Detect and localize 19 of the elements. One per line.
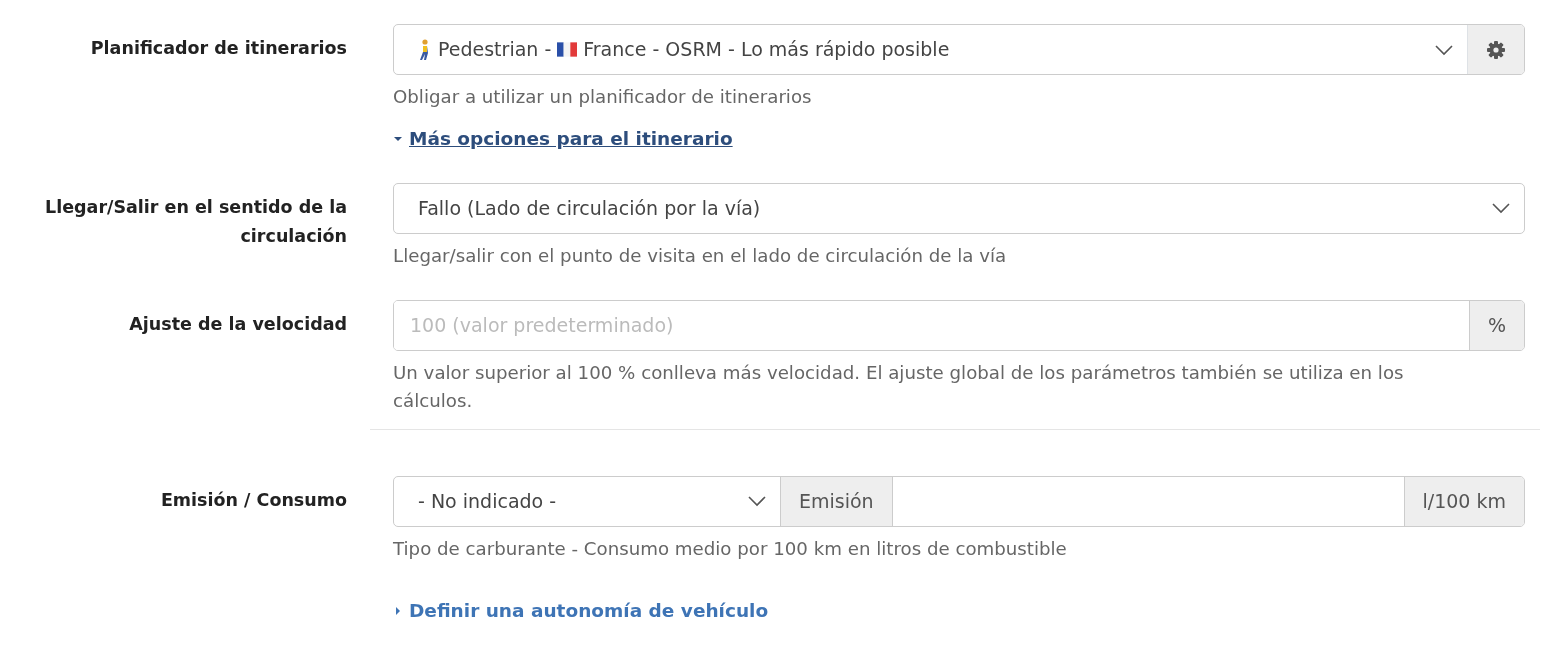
expand-link[interactable]: Definir una autonomía de vehículo [393,596,769,625]
field-label: Emisión / Consumo [159,488,347,512]
field-label: Planificador de itinerarios [89,37,347,60]
select-field[interactable]: Fallo (Lado de circulación por la vía) [393,182,1525,234]
help-text: Obligar a utilizar un planificador de itinerarios [393,85,813,109]
help-text: Llegar/salir con el punto de visita en el lado de circulación de la vía [393,243,1008,268]
help-text: Tipo de carburante - Consumo medio por 100 km en litros de combustible [393,536,1068,561]
input-group[interactable]: 100 (valor predeterminado) % [393,299,1525,351]
chevron-icon [748,495,766,508]
input-group[interactable]: - No indicado - Emisión l/100 km [393,475,1525,527]
input-addon: Emisión [780,476,892,526]
field-label: Ajuste de la velocidad [128,312,347,336]
fuel-select[interactable]: - No indicado - [394,476,780,526]
chevron-icon [1492,202,1510,215]
field-label: Llegar/Salir en el sentido de la circulación [44,195,347,248]
unit-addon: l/100 km [1403,476,1524,526]
unit-addon: % [1468,300,1524,350]
help-text: Un valor superior al 100 % conlleva más velocidad. El ajuste global de los parámetros también se utiliza en los cálculos. [393,360,1405,413]
expand-link[interactable]: Más opciones para el itinerario [393,125,733,153]
